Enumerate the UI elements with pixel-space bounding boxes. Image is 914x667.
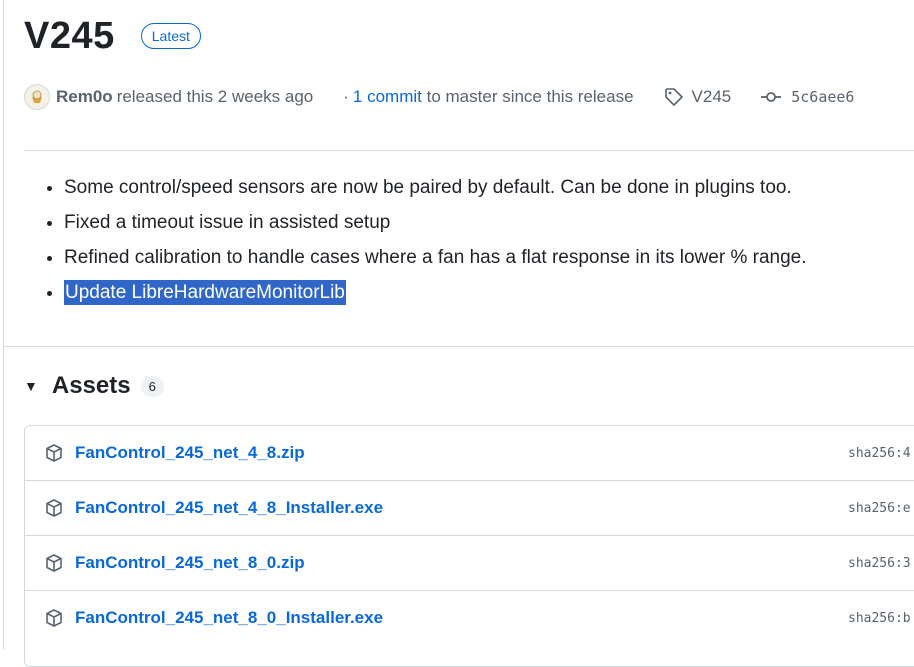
tag-label: V245 xyxy=(691,87,732,106)
release-notes: Some control/speed sensors are now be pa… xyxy=(24,170,806,310)
commits-suffix: to master since this release xyxy=(426,87,634,106)
note-item: Some control/speed sensors are now be pa… xyxy=(64,170,806,205)
cupcake-icon xyxy=(32,90,42,103)
note-item: Fixed a timeout issue in assisted setup xyxy=(64,205,806,240)
divider xyxy=(24,150,914,151)
git-commit-icon xyxy=(761,92,782,102)
author-link[interactable]: Rem0o xyxy=(56,87,113,107)
release-title[interactable]: V245 xyxy=(24,10,115,62)
asset-sha: sha256:4 xyxy=(848,445,911,461)
asset-row: FanControl_245_net_8_0.zip sha256:3 xyxy=(25,536,914,591)
released-text: released this 2 weeks ago xyxy=(116,87,314,106)
release-header: V245 Latest xyxy=(24,10,201,62)
assets-list: FanControl_245_net_4_8.zip sha256:4 FanC… xyxy=(24,425,914,667)
asset-row: FanControl_245_net_8_0_Installer.exe sha… xyxy=(25,591,914,645)
package-icon xyxy=(46,444,62,462)
package-icon xyxy=(46,609,62,627)
asset-row: FanControl_245_net_4_8_Installer.exe sha… xyxy=(25,481,914,536)
note-item-selected: Update LibreHardwareMonitorLib xyxy=(64,275,806,310)
package-icon xyxy=(46,554,62,572)
commit-hash: 5c6aee6 xyxy=(791,88,855,106)
tag-link[interactable]: V245 xyxy=(664,87,732,107)
asset-sha: sha256:3 xyxy=(848,555,911,571)
assets-toggle[interactable]: ▼ Assets 6 xyxy=(24,372,164,400)
note-item: Refined calibration to handle cases wher… xyxy=(64,240,806,275)
asset-link[interactable]: FanControl_245_net_8_0_Installer.exe xyxy=(75,608,383,628)
divider xyxy=(4,346,914,347)
asset-link[interactable]: FanControl_245_net_4_8.zip xyxy=(75,443,305,463)
asset-row: FanControl_245_net_4_8.zip sha256:4 xyxy=(25,426,914,481)
commit-link[interactable]: 5c6aee6 xyxy=(761,88,854,106)
caret-down-icon: ▼ xyxy=(24,378,38,394)
left-border xyxy=(3,0,4,649)
asset-link[interactable]: FanControl_245_net_4_8_Installer.exe xyxy=(75,498,383,518)
assets-count-badge: 6 xyxy=(140,375,164,397)
avatar[interactable] xyxy=(24,84,50,110)
assets-title: Assets xyxy=(51,372,131,399)
asset-sha: sha256:e xyxy=(848,500,911,516)
tag-icon xyxy=(664,88,683,106)
commits-link[interactable]: 1 commit xyxy=(353,87,422,107)
asset-link[interactable]: FanControl_245_net_8_0.zip xyxy=(75,553,305,573)
release-meta: Rem0o released this 2 weeks ago · 1 comm… xyxy=(24,82,854,112)
package-icon xyxy=(46,499,62,517)
latest-badge: Latest xyxy=(140,23,201,49)
asset-sha: sha256:b xyxy=(848,610,911,626)
separator-dot: · xyxy=(343,87,349,106)
